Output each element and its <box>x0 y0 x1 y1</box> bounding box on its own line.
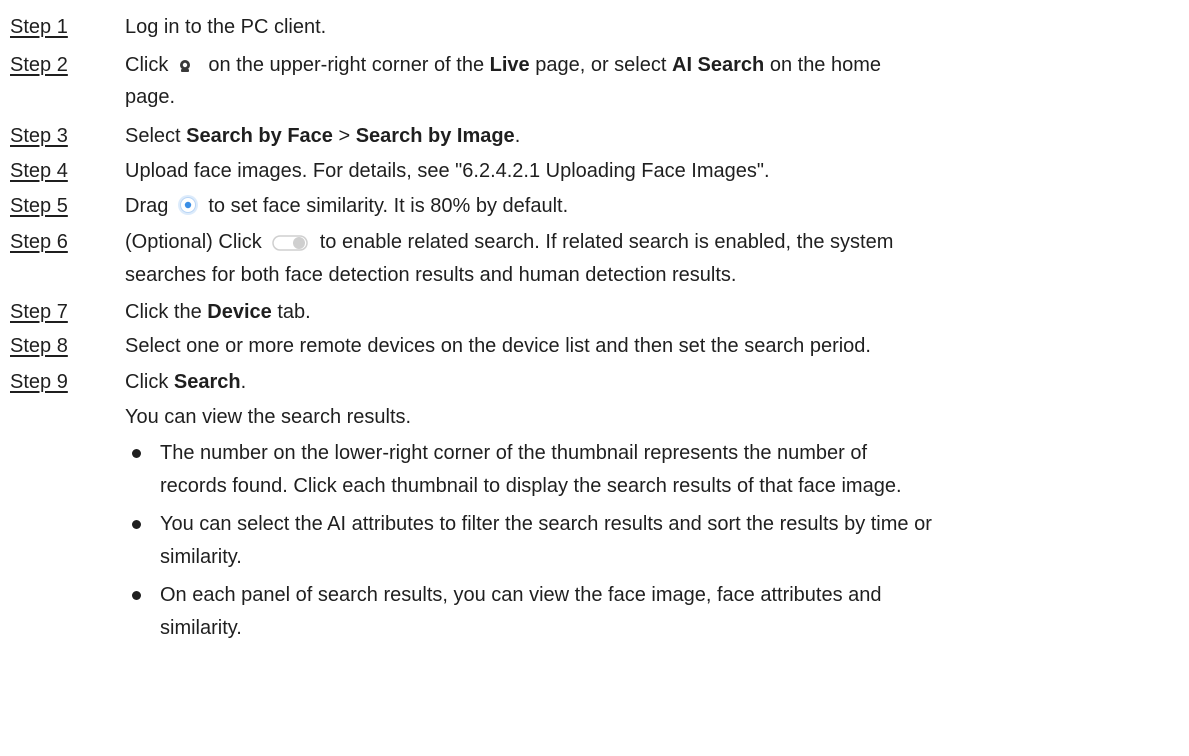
step-label: Step 7 <box>10 301 68 323</box>
step-text: (Optional) Click to enable related searc… <box>125 231 894 253</box>
step-label: Step 5 <box>10 195 68 217</box>
step-text: Select Search by Face > Search by Image. <box>125 125 521 147</box>
step-label: Step 2 <box>10 54 68 76</box>
step-text: Select one or more remote devices on the… <box>125 335 871 357</box>
step-text: Click the Device tab. <box>125 301 311 323</box>
step-text: Click Search. <box>125 371 247 393</box>
step-text: Upload face images. For details, see "6.… <box>125 160 770 182</box>
step-label: Step 4 <box>10 160 68 182</box>
toggle-switch-icon <box>271 232 308 251</box>
step-text: Click on the upper-right corner of the L… <box>125 53 882 76</box>
step-label: Step 9 <box>10 371 68 393</box>
bullet-dot <box>132 591 141 600</box>
step-label: Step 6 <box>10 231 68 253</box>
bullet-dot <box>132 520 141 529</box>
slider-handle-icon <box>176 193 200 217</box>
ai-search-icon <box>178 53 192 72</box>
step-label: Step 3 <box>10 125 68 147</box>
bullet-dot <box>132 449 141 458</box>
step-text: Log in to the PC client. <box>125 16 327 38</box>
step-text: Drag to set face similarity. It is 80% b… <box>125 192 1169 220</box>
step-label: Step 8 <box>10 335 68 357</box>
step-label: Step 1 <box>10 16 68 38</box>
